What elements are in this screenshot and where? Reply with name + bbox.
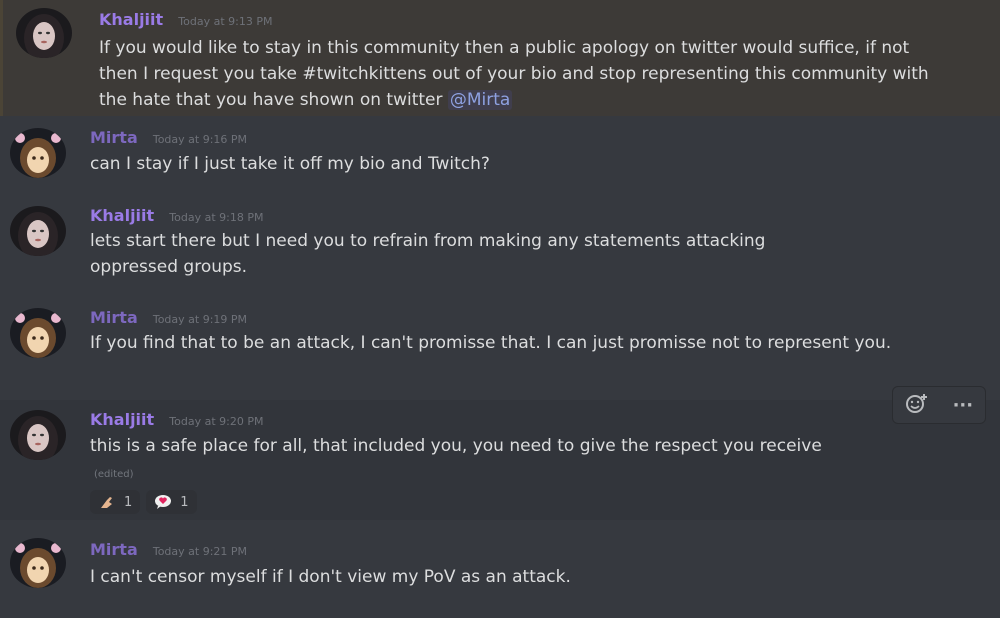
message-text: If you find that to be an attack, I can'… — [90, 333, 892, 353]
add-reaction-icon[interactable] — [905, 392, 929, 419]
author-name[interactable]: Mirta — [90, 128, 138, 147]
avatar-khaljiit[interactable] — [10, 410, 66, 460]
reaction-bar: 1 1 — [90, 490, 197, 514]
author-name[interactable]: Khaljiit — [90, 410, 154, 429]
message-text: lets start there but I need you to refra… — [90, 231, 766, 277]
muscle-emoji-icon — [98, 494, 116, 510]
avatar-mirta[interactable] — [10, 538, 66, 588]
reaction-count: 1 — [180, 494, 189, 510]
avatar-mirta[interactable] — [10, 128, 66, 178]
message-mirta-3: Mirta Today at 9:21 PM I can't censor my… — [0, 526, 1000, 618]
timestamp[interactable]: Today at 9:19 PM — [153, 313, 247, 326]
author-name[interactable]: Mirta — [90, 540, 138, 559]
edited-label: (edited) — [94, 469, 134, 480]
speech-bubble-heart-emoji-icon — [154, 494, 172, 510]
reaction-muscle[interactable]: 1 — [90, 490, 141, 514]
timestamp[interactable]: Today at 9:16 PM — [153, 133, 247, 146]
message-mirta-2: Mirta Today at 9:19 PM If you find that … — [0, 296, 1000, 400]
avatar-mirta[interactable] — [10, 308, 66, 358]
message-khaljiit-1: Khaljiit Today at 9:13 PM If you would l… — [0, 0, 1000, 116]
user-mention[interactable]: @Mirta — [447, 90, 513, 110]
message-toolbar: ··· — [892, 386, 986, 424]
reaction-count: 1 — [124, 494, 133, 510]
timestamp[interactable]: Today at 9:21 PM — [153, 545, 247, 558]
avatar-khaljiit[interactable] — [10, 206, 66, 256]
timestamp[interactable]: Today at 9:18 PM — [169, 211, 263, 224]
author-name[interactable]: Khaljiit — [99, 10, 163, 29]
message-text: can I stay if I just take it off my bio … — [90, 154, 490, 174]
avatar-khaljiit[interactable] — [16, 8, 72, 58]
timestamp[interactable]: Today at 9:20 PM — [169, 415, 263, 428]
author-name[interactable]: Khaljiit — [90, 206, 154, 225]
reaction-speech-heart[interactable]: 1 — [146, 490, 197, 514]
message-text: I can't censor myself if I don't view my… — [90, 567, 571, 587]
author-name[interactable]: Mirta — [90, 308, 138, 327]
message-mirta-1: Mirta Today at 9:16 PM can I stay if I j… — [0, 116, 1000, 196]
timestamp[interactable]: Today at 9:13 PM — [178, 15, 272, 28]
message-text: If you would like to stay in this commun… — [99, 38, 929, 110]
more-options-icon[interactable]: ··· — [953, 395, 974, 416]
message-khaljiit-2: Khaljiit Today at 9:18 PM lets start the… — [0, 196, 1000, 296]
message-text: this is a safe place for all, that inclu… — [90, 436, 822, 480]
